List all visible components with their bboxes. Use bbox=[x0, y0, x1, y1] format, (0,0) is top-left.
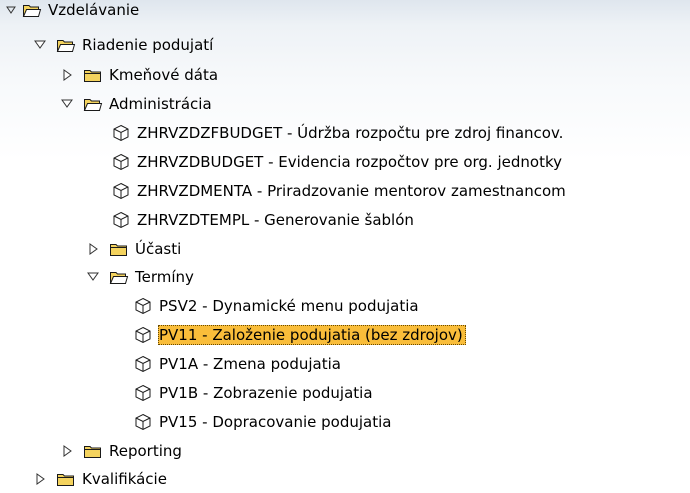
open-folder-icon bbox=[83, 96, 103, 112]
tree-node-label: PV1A - Zmena podujatia bbox=[159, 354, 341, 373]
tree-node-zhrvzdtempl[interactable]: ZHRVZDTEMPL - Generovanie šablón bbox=[0, 205, 690, 234]
collapse-toggle-icon[interactable] bbox=[60, 444, 74, 458]
tree-node-terminy[interactable]: Termíny bbox=[0, 262, 690, 291]
collapse-toggle-icon[interactable] bbox=[60, 68, 74, 82]
tree-node-ucasti[interactable]: Účasti bbox=[0, 234, 690, 263]
open-folder-icon bbox=[56, 37, 76, 53]
open-folder-icon bbox=[22, 2, 42, 18]
expand-toggle-icon[interactable] bbox=[4, 3, 18, 17]
transaction-cube-icon bbox=[111, 124, 131, 141]
tree-node-label: Termíny bbox=[135, 267, 194, 286]
tree-node-label: Reporting bbox=[109, 441, 182, 460]
collapse-toggle-icon[interactable] bbox=[86, 242, 100, 256]
transaction-cube-icon bbox=[133, 413, 153, 430]
tree-node-zhrvzdzfbudget[interactable]: ZHRVZDZFBUDGET - Údržba rozpočtu pre zdr… bbox=[0, 118, 690, 147]
folder-icon bbox=[83, 443, 103, 459]
tree-node-label: Účasti bbox=[135, 239, 182, 258]
tree-node-riadenie-podujati[interactable]: Riadenie podujatí bbox=[0, 30, 690, 59]
menu-tree: Vzdelávanie Riadenie podujatí Kmeňové dá… bbox=[0, 0, 690, 493]
transaction-cube-icon bbox=[111, 211, 131, 228]
folder-icon bbox=[56, 471, 76, 487]
collapse-toggle-icon[interactable] bbox=[33, 472, 47, 486]
tree-node-kmenove-data[interactable]: Kmeňové dáta bbox=[0, 60, 690, 89]
transaction-cube-icon bbox=[133, 384, 153, 401]
folder-icon bbox=[83, 67, 103, 83]
tree-node-label: ZHRVZDTEMPL - Generovanie šablón bbox=[137, 210, 414, 229]
tree-node-label: ZHRVZDMENTA - Priradzovanie mentorov zam… bbox=[137, 181, 566, 200]
expand-toggle-icon[interactable] bbox=[60, 97, 74, 111]
tree-node-label: Kmeňové dáta bbox=[109, 65, 219, 84]
tree-node-pv1b[interactable]: PV1B - Zobrazenie podujatia bbox=[0, 378, 690, 407]
tree-node-label: ZHRVZDZFBUDGET - Údržba rozpočtu pre zdr… bbox=[137, 123, 564, 142]
tree-node-administracia[interactable]: Administrácia bbox=[0, 89, 690, 118]
tree-node-pv11[interactable]: PV11 - Založenie podujatia (bez zdrojov) bbox=[0, 320, 690, 349]
transaction-cube-icon bbox=[133, 326, 153, 343]
tree-node-zhrvzdmenta[interactable]: ZHRVZDMENTA - Priradzovanie mentorov zam… bbox=[0, 176, 690, 205]
tree-node-label: PV1B - Zobrazenie podujatia bbox=[159, 383, 373, 402]
expand-toggle-icon[interactable] bbox=[33, 38, 47, 52]
tree-node-label: Vzdelávanie bbox=[48, 0, 140, 19]
tree-node-label: Administrácia bbox=[109, 94, 212, 113]
tree-node-vzdelavanie[interactable]: Vzdelávanie bbox=[0, 0, 690, 24]
transaction-cube-icon bbox=[111, 182, 131, 199]
transaction-cube-icon bbox=[133, 355, 153, 372]
tree-node-label: PSV2 - Dynamické menu podujatia bbox=[159, 296, 419, 315]
tree-node-label: ZHRVZDBUDGET - Evidencia rozpočtov pre o… bbox=[137, 152, 562, 171]
tree-node-reporting[interactable]: Reporting bbox=[0, 436, 690, 465]
tree-node-pv15[interactable]: PV15 - Dopracovanie podujatia bbox=[0, 407, 690, 436]
transaction-cube-icon bbox=[133, 297, 153, 314]
tree-node-zhrvzdbudget[interactable]: ZHRVZDBUDGET - Evidencia rozpočtov pre o… bbox=[0, 147, 690, 176]
tree-node-pv1a[interactable]: PV1A - Zmena podujatia bbox=[0, 349, 690, 378]
folder-icon bbox=[109, 241, 129, 257]
tree-node-label: Riadenie podujatí bbox=[82, 35, 214, 54]
tree-node-label: Kvalifikácie bbox=[82, 469, 167, 488]
tree-node-psv2[interactable]: PSV2 - Dynamické menu podujatia bbox=[0, 291, 690, 320]
tree-node-kvalifikacie[interactable]: Kvalifikácie bbox=[0, 464, 690, 493]
open-folder-icon bbox=[109, 269, 129, 285]
expand-toggle-icon[interactable] bbox=[86, 270, 100, 284]
tree-node-label: PV15 - Dopracovanie podujatia bbox=[159, 412, 392, 431]
tree-node-label: PV11 - Založenie podujatia (bez zdrojov) bbox=[158, 324, 466, 345]
transaction-cube-icon bbox=[111, 153, 131, 170]
